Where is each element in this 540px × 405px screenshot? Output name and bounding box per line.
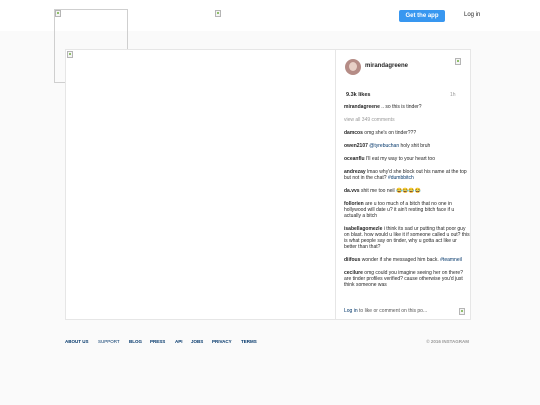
comment-username[interactable]: damcos bbox=[344, 130, 363, 136]
login-link[interactable]: Log in bbox=[464, 12, 480, 18]
comments-list: mirandagreene .. so this is tinder? view… bbox=[344, 104, 471, 295]
likes-count[interactable]: 9.3k likes bbox=[346, 92, 370, 98]
post-username[interactable]: mirandagreene bbox=[365, 63, 408, 69]
comment-text: omg she's on tinder??? bbox=[364, 130, 417, 136]
view-all-comments-link[interactable]: view all 349 comments bbox=[344, 117, 471, 123]
login-to-comment: Log in to like or comment on this po... bbox=[344, 308, 427, 314]
comment: cecilure omg could you imagine seeing he… bbox=[344, 270, 471, 288]
footer-link-press[interactable]: PRESS bbox=[150, 339, 165, 344]
post-container: mirandagreene 9.3k likes 1h mirandagreen… bbox=[65, 49, 471, 320]
broken-image-icon bbox=[215, 10, 221, 17]
comment: damcos omg she's on tinder??? bbox=[344, 130, 471, 136]
comment-text: I'll eat my way to your heart too bbox=[365, 156, 435, 162]
caption: mirandagreene .. so this is tinder? bbox=[344, 104, 471, 110]
login-to-comment-link[interactable]: Log in bbox=[344, 308, 358, 314]
avatar[interactable] bbox=[345, 59, 361, 75]
get-app-button[interactable]: Get the app bbox=[399, 10, 445, 22]
comment-mention[interactable]: @tyrebuchan bbox=[369, 143, 399, 149]
post-photo[interactable] bbox=[66, 50, 336, 319]
comment-username[interactable]: owen2107 bbox=[344, 143, 368, 149]
comment-text: wonder if she messaged him back. bbox=[361, 257, 439, 263]
broken-image-icon bbox=[67, 51, 73, 58]
comment: owen2107 @tyrebuchan holy shit bruh bbox=[344, 143, 471, 149]
footer-link-about[interactable]: ABOUT US bbox=[65, 339, 89, 344]
copyright: © 2016 INSTAGRAM bbox=[426, 339, 469, 344]
footer-link-api[interactable]: API bbox=[175, 339, 183, 344]
footer-link-terms[interactable]: TERMS bbox=[241, 339, 257, 344]
comment-hashtag[interactable]: #dumbbitch bbox=[388, 175, 414, 181]
post-actions: Log in to like or comment on this po... bbox=[336, 304, 471, 319]
comment: andrezay lmao why'd she block out his na… bbox=[344, 169, 471, 181]
post-time: 1h bbox=[450, 92, 456, 98]
comment-text: holy shit bruh bbox=[400, 143, 431, 149]
comment: follorien are u too much of a bitch that… bbox=[344, 201, 471, 219]
caption-username[interactable]: mirandagreene bbox=[344, 104, 380, 110]
comment: diifous wonder if she messaged him back.… bbox=[344, 257, 471, 263]
footer-link-privacy[interactable]: PRIVACY bbox=[212, 339, 232, 344]
top-navigation-bar: Get the app Log in bbox=[0, 0, 540, 83]
save-icon[interactable] bbox=[459, 308, 465, 315]
broken-image-icon bbox=[55, 10, 61, 17]
footer-link-jobs[interactable]: JOBS bbox=[191, 339, 203, 344]
post-header: mirandagreene bbox=[336, 50, 471, 84]
caption-text: .. so this is tinder? bbox=[381, 104, 422, 110]
post-sidebar: mirandagreene 9.3k likes 1h mirandagreen… bbox=[336, 50, 471, 319]
comment-hashtag[interactable]: #teamneil bbox=[440, 257, 462, 263]
more-options-icon[interactable] bbox=[455, 58, 461, 65]
comment: oceanflu I'll eat my way to your heart t… bbox=[344, 156, 471, 162]
comment-text: shit me too neil 😂😂😂😂 bbox=[360, 188, 421, 194]
comment: da.vvs shit me too neil 😂😂😂😂 bbox=[344, 188, 471, 194]
comment-username[interactable]: da.vvs bbox=[344, 188, 360, 194]
comment-username[interactable]: diifous bbox=[344, 257, 360, 263]
footer-link-support[interactable]: SUPPORT bbox=[98, 339, 120, 344]
footer: ABOUT US SUPPORT BLOG PRESS API JOBS PRI… bbox=[65, 339, 471, 347]
footer-link-blog[interactable]: BLOG bbox=[129, 339, 142, 344]
comment: isabellagomezle i think its sad ur putti… bbox=[344, 226, 471, 250]
comment-username[interactable]: oceanflu bbox=[344, 156, 365, 162]
login-to-comment-text: to like or comment on this po... bbox=[359, 308, 428, 314]
